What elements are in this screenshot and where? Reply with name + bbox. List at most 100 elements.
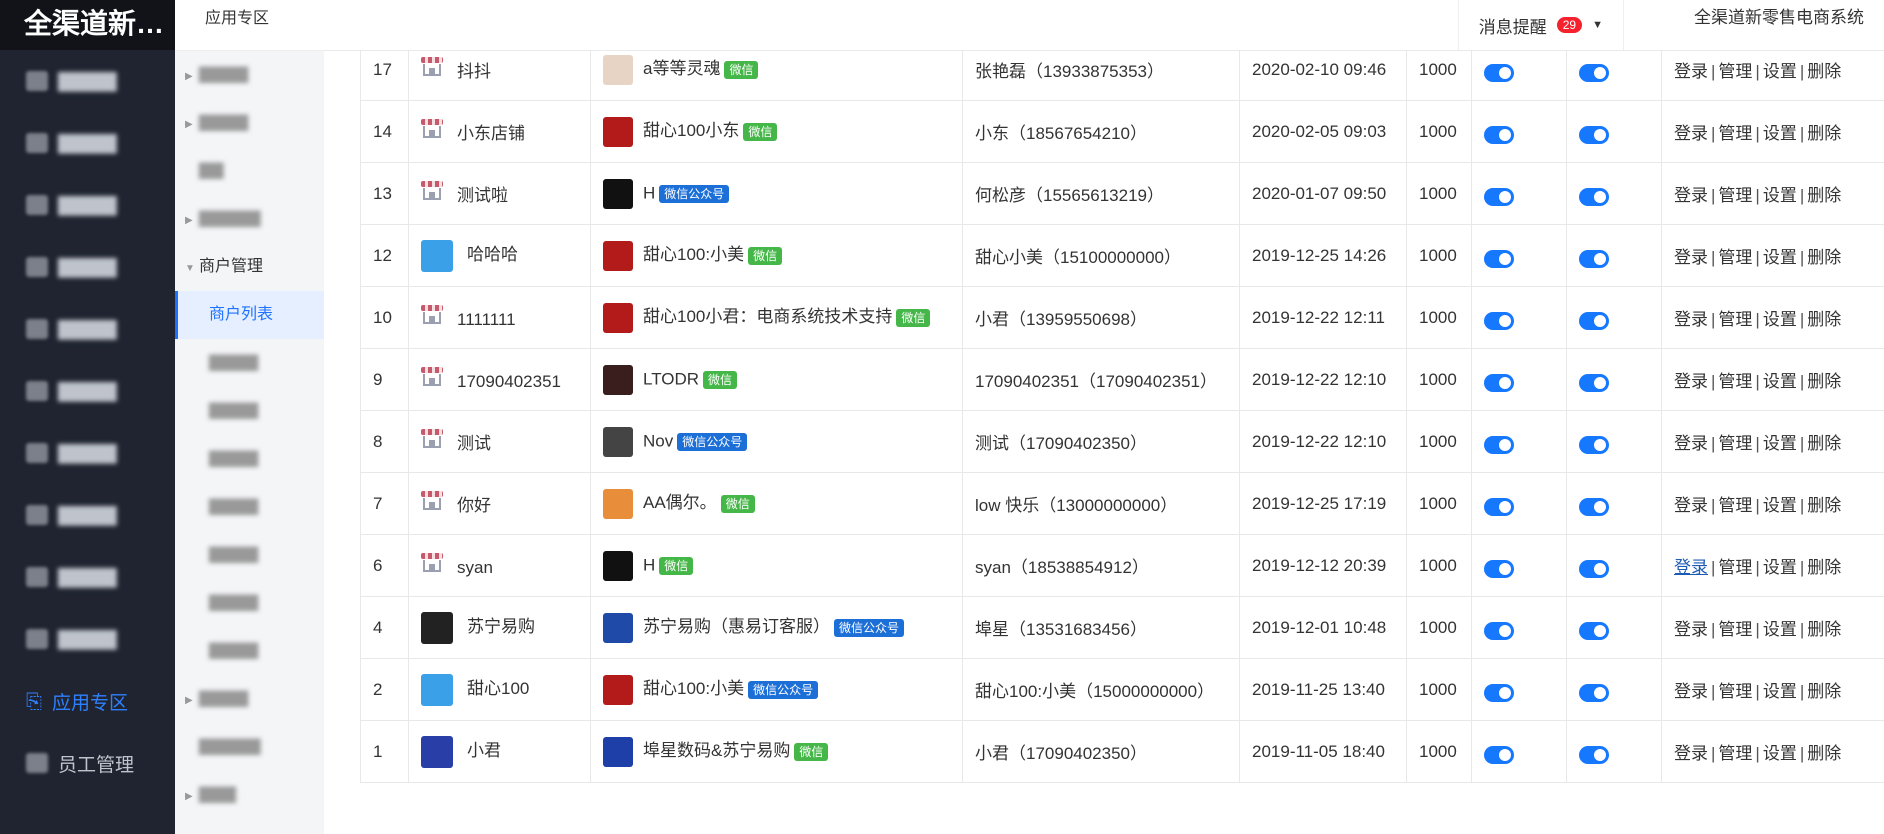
status-toggle[interactable] [1579,63,1609,82]
submenu-item-blurred[interactable]: ▇▇▇▇ [175,483,324,531]
submenu-item-blurred[interactable]: ▇▇▇▇ [175,579,324,627]
login-link[interactable]: 登录 [1674,434,1708,453]
login-link[interactable]: 登录 [1674,186,1708,205]
status-toggle[interactable] [1579,187,1609,206]
submenu-item-blurred[interactable]: ▶ ▇▇▇ [175,771,324,819]
settings-link[interactable]: 设置 [1763,248,1797,267]
status-toggle[interactable] [1579,621,1609,640]
status-toggle[interactable] [1579,249,1609,268]
status-toggle[interactable] [1484,683,1514,702]
sidebar-item-blurred-10[interactable]: ▇▇▇▇ [0,608,175,670]
submenu-item-merchant-list[interactable]: 商户列表 [175,291,324,339]
settings-link[interactable]: 设置 [1763,496,1797,515]
login-link[interactable]: 登录 [1674,682,1708,701]
status-toggle[interactable] [1484,63,1514,82]
login-link[interactable]: 登录 [1674,372,1708,391]
delete-link[interactable]: 删除 [1807,496,1841,515]
settings-link[interactable]: 设置 [1763,372,1797,391]
login-link[interactable]: 登录 [1674,744,1708,763]
sidebar-item-app-zone[interactable]: ⎘ 应用专区 [0,670,175,732]
status-toggle[interactable] [1484,621,1514,640]
manage-link[interactable]: 管理 [1718,310,1752,329]
submenu-item-blurred[interactable]: ▶ ▇▇▇▇ [175,99,324,147]
manage-link[interactable]: 管理 [1718,744,1752,763]
submenu-item-blurred[interactable]: ▶ ▇▇▇▇▇ [175,195,324,243]
settings-link[interactable]: 设置 [1763,558,1797,577]
login-link[interactable]: 登录 [1674,248,1708,267]
submenu-item-blurred[interactable]: ▇▇ [175,147,324,195]
status-toggle[interactable] [1484,497,1514,516]
status-toggle[interactable] [1484,249,1514,268]
manage-link[interactable]: 管理 [1718,248,1752,267]
sidebar-item-blurred-9[interactable]: ▇▇▇▇ [0,546,175,608]
sidebar-item-blurred-3[interactable]: ▇▇▇▇ [0,174,175,236]
manage-link[interactable]: 管理 [1718,682,1752,701]
sidebar-item-blurred-5[interactable]: ▇▇▇▇ [0,298,175,360]
delete-link[interactable]: 删除 [1807,62,1841,81]
submenu-item-blurred[interactable]: ▇▇▇▇ [175,387,324,435]
login-link[interactable]: 登录 [1674,496,1708,515]
manage-link[interactable]: 管理 [1718,186,1752,205]
sidebar-item-blurred-6[interactable]: ▇▇▇▇ [0,360,175,422]
status-toggle[interactable] [1579,497,1609,516]
status-toggle[interactable] [1484,559,1514,578]
manage-link[interactable]: 管理 [1718,124,1752,143]
manage-link[interactable]: 管理 [1718,558,1752,577]
delete-link[interactable]: 删除 [1807,186,1841,205]
status-toggle[interactable] [1484,187,1514,206]
submenu-item-blurred[interactable]: ▶ ▇▇▇▇ [175,51,324,99]
sidebar-item-blurred-4[interactable]: ▇▇▇▇ [0,236,175,298]
submenu-item-blurred[interactable]: ▇▇▇▇▇ [175,723,324,771]
manage-link[interactable]: 管理 [1718,496,1752,515]
submenu-item-blurred[interactable]: ▇▇▇▇ [175,435,324,483]
delete-link[interactable]: 删除 [1807,310,1841,329]
submenu-item-blurred[interactable]: ▇▇▇▇ [175,339,324,387]
messages-dropdown[interactable]: 消息提醒 29 ▼ [1457,0,1624,50]
settings-link[interactable]: 设置 [1763,682,1797,701]
sidebar-item-blurred-8[interactable]: ▇▇▇▇ [0,484,175,546]
delete-link[interactable]: 删除 [1807,248,1841,267]
settings-link[interactable]: 设置 [1763,186,1797,205]
status-toggle[interactable] [1579,745,1609,764]
delete-link[interactable]: 删除 [1807,682,1841,701]
status-toggle[interactable] [1579,125,1609,144]
settings-link[interactable]: 设置 [1763,62,1797,81]
manage-link[interactable]: 管理 [1718,434,1752,453]
manage-link[interactable]: 管理 [1718,372,1752,391]
submenu-item-blurred[interactable]: ▇▇▇▇ [175,531,324,579]
delete-link[interactable]: 删除 [1807,620,1841,639]
system-name[interactable]: 全渠道新零售电商系统 [1694,0,1864,50]
manage-link[interactable]: 管理 [1718,62,1752,81]
delete-link[interactable]: 删除 [1807,558,1841,577]
submenu-item-blurred[interactable]: ▇▇▇▇ [175,627,324,675]
status-toggle[interactable] [1579,683,1609,702]
status-toggle[interactable] [1484,125,1514,144]
status-toggle[interactable] [1579,435,1609,454]
login-link[interactable]: 登录 [1674,124,1708,143]
login-link[interactable]: 登录 [1674,620,1708,639]
sidebar-item-staff[interactable]: 员工管理 [0,732,175,794]
sidebar-item-blurred-1[interactable]: ▇▇▇▇ [0,50,175,112]
submenu-item-blurred[interactable]: ▶ ▇▇▇▇ [175,675,324,723]
sidebar-item-blurred-7[interactable]: ▇▇▇▇ [0,422,175,484]
login-link[interactable]: 登录 [1674,558,1708,577]
status-toggle[interactable] [1579,311,1609,330]
settings-link[interactable]: 设置 [1763,620,1797,639]
settings-link[interactable]: 设置 [1763,124,1797,143]
login-link[interactable]: 登录 [1674,310,1708,329]
delete-link[interactable]: 删除 [1807,372,1841,391]
settings-link[interactable]: 设置 [1763,310,1797,329]
status-toggle[interactable] [1484,745,1514,764]
delete-link[interactable]: 删除 [1807,434,1841,453]
status-toggle[interactable] [1484,435,1514,454]
submenu-item-merchant-management[interactable]: ▼ 商户管理 [175,243,324,291]
status-toggle[interactable] [1484,311,1514,330]
sidebar-item-blurred-2[interactable]: ▇▇▇▇ [0,112,175,174]
manage-link[interactable]: 管理 [1718,620,1752,639]
login-link[interactable]: 登录 [1674,62,1708,81]
status-toggle[interactable] [1579,559,1609,578]
settings-link[interactable]: 设置 [1763,434,1797,453]
status-toggle[interactable] [1579,373,1609,392]
delete-link[interactable]: 删除 [1807,744,1841,763]
delete-link[interactable]: 删除 [1807,124,1841,143]
